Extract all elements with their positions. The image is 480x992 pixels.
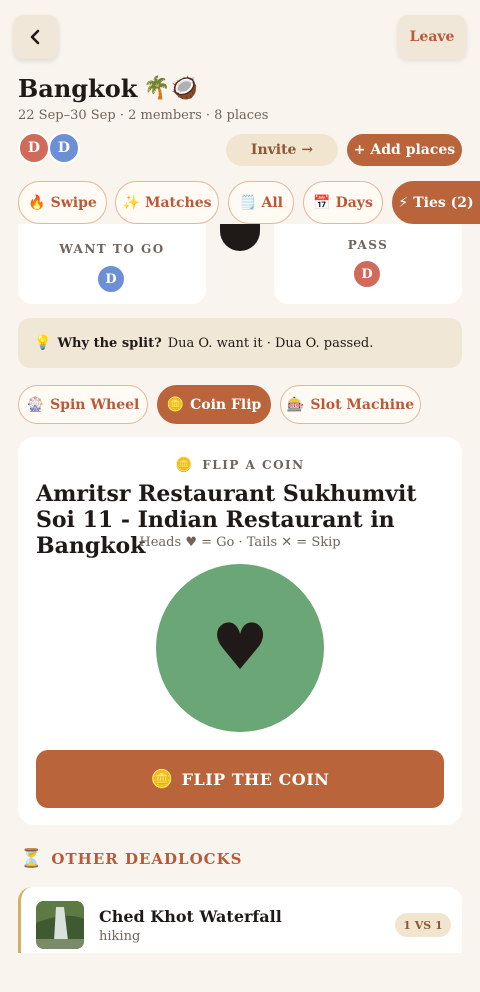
tab-all[interactable]: 🗒️ All: [228, 181, 294, 224]
coin-icon: 🪙: [175, 457, 195, 473]
deadlocks-heading-label: OTHER DEADLOCKS: [51, 849, 243, 868]
ferris-wheel-icon: 🎡: [26, 396, 45, 413]
tab-matches[interactable]: ✨ Matches: [115, 181, 219, 224]
coin-icon: 🪙: [166, 396, 185, 413]
spin-wheel-button[interactable]: 🎡 Spin Wheel: [18, 385, 148, 424]
slot-machine-button[interactable]: 🎰 Slot Machine: [280, 385, 421, 424]
trip-subtitle: 22 Sep–30 Sep · 2 members · 8 places: [18, 108, 269, 123]
deadlock-subtitle: hiking: [99, 929, 141, 944]
add-places-button[interactable]: + Add places: [347, 134, 462, 166]
page-title: Bangkok 🌴🥥: [18, 74, 198, 103]
sparkles-icon: ✨: [122, 194, 140, 211]
chevron-left-icon: [30, 29, 40, 45]
slot-machine-icon: 🎰: [286, 396, 305, 413]
calendar-icon: 📅: [313, 194, 331, 211]
tab-label: Days: [335, 194, 373, 211]
why-question: Why the split?: [57, 335, 162, 351]
pill-label: Spin Wheel: [50, 396, 140, 413]
coin-flip-card: 🪙 FLIP A COIN Amritsr Restaurant Sukhumv…: [18, 437, 462, 825]
notepad-icon: 🗒️: [239, 194, 257, 211]
tab-days[interactable]: 📅 Days: [303, 181, 383, 224]
invite-button[interactable]: Invite →: [226, 134, 338, 166]
scrolled-element: [220, 224, 260, 251]
fire-icon: 🔥: [28, 194, 46, 211]
why-explanation: Dua O. want it · Dua O. passed.: [167, 335, 374, 351]
avatar: D: [96, 264, 126, 294]
tab-label: Matches: [144, 194, 212, 211]
coin-flip-button[interactable]: 🪙 Coin Flip: [157, 385, 271, 424]
coin-rule: Heads ♥ = Go · Tails ✕ = Skip: [139, 535, 341, 550]
pill-label: Slot Machine: [310, 396, 415, 413]
flip-button-label: FLIP THE COIN: [181, 769, 330, 789]
back-button[interactable]: [14, 15, 58, 59]
deadlocks-heading: ⏳ OTHER DEADLOCKS: [20, 848, 242, 869]
waterfall-thumbnail: [36, 901, 84, 949]
lightbulb-icon: 💡: [34, 335, 52, 351]
coin-header: 🪙 FLIP A COIN: [18, 457, 462, 473]
leave-button[interactable]: Leave: [398, 15, 466, 59]
coin-icon: 🪙: [150, 768, 174, 790]
want-to-go-label: WANT TO GO: [59, 242, 165, 256]
coin[interactable]: ♥: [156, 564, 324, 732]
pill-label: Coin Flip: [190, 396, 262, 413]
hourglass-icon: ⏳: [20, 848, 44, 869]
tab-swipe[interactable]: 🔥 Swipe: [18, 181, 107, 224]
lightning-icon: ⚡: [398, 194, 409, 211]
tab-label: Swipe: [50, 194, 97, 211]
trip-title: Bangkok: [18, 74, 138, 103]
palm-coconut-icon: 🌴🥥: [143, 76, 199, 101]
vs-badge: 1 VS 1: [395, 913, 451, 937]
avatar[interactable]: D: [48, 132, 80, 164]
coin-header-label: FLIP A COIN: [202, 458, 305, 472]
flip-coin-button[interactable]: 🪙 FLIP THE COIN: [36, 750, 444, 808]
tab-label: Ties (2): [413, 194, 474, 211]
want-to-go-card: WANT TO GO D: [18, 224, 206, 304]
avatar[interactable]: D: [18, 132, 50, 164]
tab-ties[interactable]: ⚡ Ties (2): [392, 181, 480, 224]
avatar: D: [352, 259, 382, 289]
pass-card: PASS D: [274, 224, 462, 304]
list-item[interactable]: Ched Khot Waterfall hiking 1 VS 1: [18, 887, 462, 953]
pass-label: PASS: [347, 238, 389, 252]
why-split-box: 💡 Why the split? Dua O. want it · Dua O.…: [18, 318, 462, 368]
deadlock-title: Ched Khot Waterfall: [99, 907, 282, 926]
tab-label: All: [261, 194, 283, 211]
heart-icon: ♥: [211, 611, 269, 685]
